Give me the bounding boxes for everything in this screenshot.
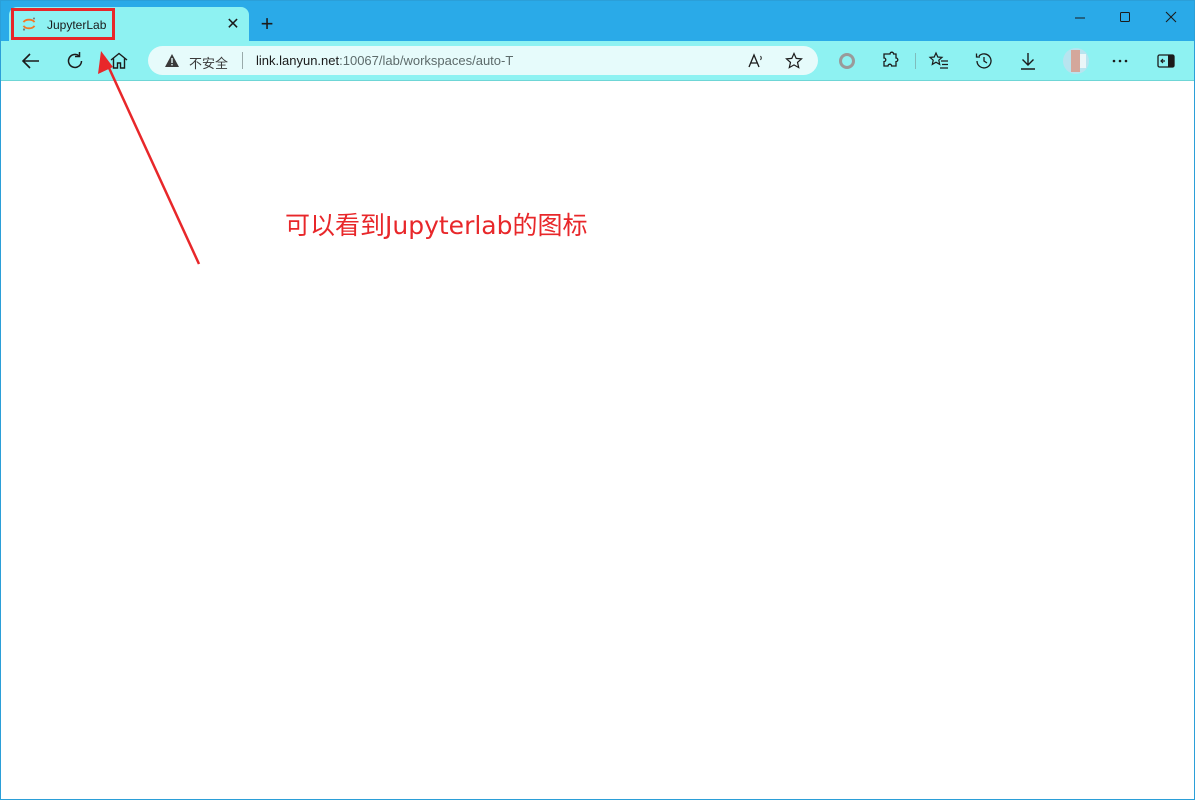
- browser-window: JupyterLab ✕ + 不安全 link.lanyun.net:10067…: [0, 0, 1195, 800]
- annotation-arrow: [98, 51, 201, 265]
- annotation-text: 可以看到Jupyterlab的图标: [285, 211, 588, 240]
